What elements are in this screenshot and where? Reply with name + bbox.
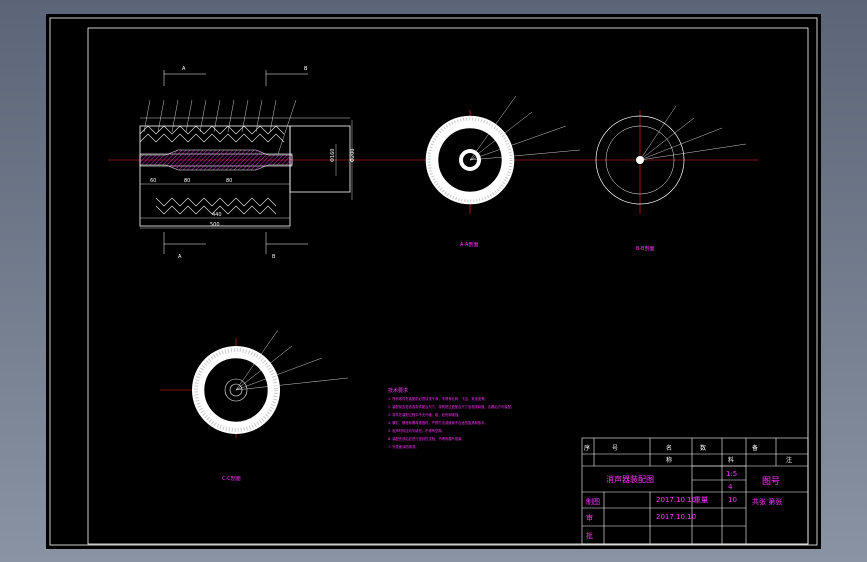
section-label-a-top: A: [182, 66, 186, 72]
section-view-c: C-C剖面: [160, 329, 349, 482]
tb-weight: 4: [728, 483, 733, 491]
notes-line-0: 技术要求: [388, 387, 408, 394]
tb-header-4: 数: [700, 444, 706, 452]
tb-check-label: 审: [586, 513, 593, 522]
tb-header-1: 号: [612, 445, 618, 452]
tb-header-7: 注: [786, 456, 792, 464]
tb-header-2: 名: [666, 444, 672, 452]
section-label-a-bottom: A: [178, 254, 182, 260]
dim-seg3: 80: [226, 178, 232, 184]
section-view-b-label: B-B剖面: [636, 245, 655, 252]
section-view-b: B-B剖面: [595, 105, 747, 252]
tb-approve-label: 批: [586, 531, 593, 540]
tb-sheet-label: 共张 第张: [752, 497, 782, 506]
dim-diameter-outer: Φ200: [350, 149, 356, 162]
absorber-top-inner: [139, 133, 285, 143]
notes-line-7: 7. 外表面涂防锈漆。: [388, 444, 419, 449]
cad-drawing: 500 440 60 80 80 Φ200 Φ160 A B A B A-A剖面…: [49, 17, 818, 546]
absorber-bottom: [155, 197, 277, 207]
tb-header-5: 料: [728, 456, 734, 464]
tb-header-6: 备: [752, 444, 758, 452]
dim-total-length: 500: [210, 222, 220, 228]
dim-seg2: 80: [184, 178, 190, 184]
notes-line-4: 4. 螺钉、螺栓和螺母紧固时，严禁打击或使用不合适的旋具和扳手。: [388, 420, 488, 425]
tb-qty: 10: [728, 496, 737, 504]
notes-line-6: 6. 装配完成后应进行密封性试验，不得有漏气现象。: [388, 436, 465, 441]
tb-extra-label: 重量: [694, 496, 708, 504]
end-block: [289, 125, 351, 193]
tb-check-date: 2017.10.10: [656, 513, 696, 521]
dim-inner-length: 440: [212, 212, 222, 218]
notes-line-5: 5. 吸声材料应均匀填充，不得有空隙。: [388, 428, 445, 433]
absorber-top: [139, 125, 285, 135]
section-view-a: A-A剖面: [425, 95, 581, 248]
cone-insert: [139, 149, 293, 171]
main-section-view: 500 440 60 80 80 Φ200 Φ160 A B A B: [108, 66, 376, 260]
tb-drawing-name: 消声器装配图: [606, 474, 654, 484]
notes-line-3: 3. 零件在装配过程中不允许磕、碰、划伤和锈蚀。: [388, 412, 461, 417]
part-leaders: [143, 99, 297, 155]
notes-line-1: 1. 所有零件在装配前必须清洗干净，不得有毛刺、飞边、氧化皮等。: [388, 396, 488, 401]
cad-viewport[interactable]: 500 440 60 80 80 Φ200 Φ160 A B A B A-A剖面…: [46, 14, 821, 549]
section-view-c-label: C-C剖面: [222, 475, 241, 482]
dim-seg1: 60: [150, 178, 156, 184]
section-view-a-label: A-A剖面: [460, 241, 478, 248]
section-label-b-bottom: B: [272, 254, 276, 260]
technical-notes: 技术要求 1. 所有零件在装配前必须清洗干净，不得有毛刺、飞边、氧化皮等。 2.…: [388, 387, 514, 449]
tb-draw-date: 2017.10.10: [656, 496, 696, 504]
title-block: [581, 437, 809, 545]
tb-draw-label: 制图: [586, 497, 600, 506]
tb-scale: 1:5: [726, 470, 737, 478]
tb-drawing-no: 图号: [762, 476, 780, 487]
tb-header-0: 序: [584, 444, 590, 452]
drawing-border-inner: [87, 27, 809, 545]
dim-diameter-mid: Φ160: [330, 149, 336, 162]
section-label-b-top: B: [304, 66, 308, 72]
notes-line-2: 2. 装配前应检查各零件配合尺寸，特别是过盈配合尺寸及相关精度，合格后方可装配。: [388, 404, 514, 409]
tb-header-3: 称: [666, 456, 672, 464]
